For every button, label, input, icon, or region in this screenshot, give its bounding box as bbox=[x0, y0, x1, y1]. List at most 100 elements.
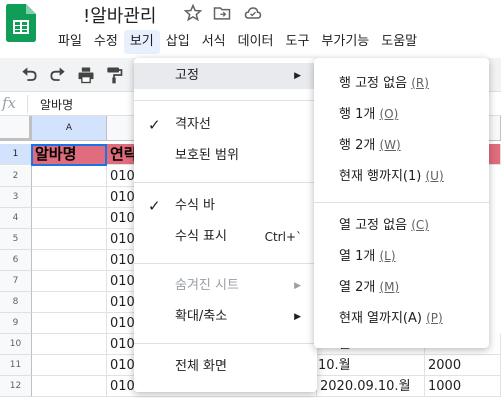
row-header[interactable]: 5 bbox=[0, 229, 32, 250]
row-header[interactable]: 6 bbox=[0, 250, 32, 271]
cell-phone[interactable]: 010 bbox=[107, 271, 137, 292]
menu-item-zoom[interactable]: 확대/축소 ▶ bbox=[134, 304, 317, 330]
document-title[interactable]: !알바관리 bbox=[83, 2, 156, 28]
submenu-item-label: 열 2개 bbox=[339, 280, 376, 295]
access-key: (M) bbox=[379, 280, 400, 294]
menu-item-label: 확대/축소 bbox=[175, 309, 228, 324]
sheets-logo-icon[interactable] bbox=[6, 4, 36, 42]
row-header[interactable]: 11 bbox=[0, 355, 32, 376]
menu-item-label: 격자선 bbox=[175, 117, 211, 132]
cell-amount[interactable]: 2000 bbox=[425, 355, 501, 376]
redo-icon[interactable] bbox=[48, 65, 68, 85]
submenu-item-label: 행 1개 bbox=[339, 107, 376, 122]
submenu-arrow-icon: ▶ bbox=[294, 312, 301, 322]
cell-phone[interactable]: 010 bbox=[107, 292, 137, 313]
menu-help[interactable]: 도움말 bbox=[375, 30, 423, 54]
submenu-item-label: 현재 열까지(A) bbox=[339, 311, 422, 326]
cell[interactable] bbox=[32, 208, 107, 229]
submenu-item-up-to-current-column[interactable]: 현재 열까지(A) (P) bbox=[314, 305, 489, 331]
menu-item-freeze[interactable]: 고정 ▶ bbox=[134, 63, 317, 89]
menu-item-hidden-sheets: 숨겨진 시트 ▶ bbox=[134, 273, 317, 299]
menu-item-label: 고정 bbox=[175, 68, 199, 83]
cell-b1[interactable]: 연락 bbox=[107, 144, 137, 165]
submenu-item-1-column[interactable]: 열 1개 (L) bbox=[314, 243, 489, 269]
submenu-item-2-columns[interactable]: 열 2개 (M) bbox=[314, 274, 489, 300]
cell[interactable] bbox=[32, 334, 107, 355]
access-key: (P) bbox=[426, 311, 443, 325]
menu-item-label: 수식 바 bbox=[175, 198, 216, 213]
cell-phone[interactable]: 010 bbox=[107, 229, 137, 250]
row-header[interactable]: 9 bbox=[0, 313, 32, 334]
menu-addons[interactable]: 부가기능 bbox=[315, 30, 375, 54]
cell[interactable] bbox=[32, 376, 107, 397]
row-header[interactable]: 12 bbox=[0, 376, 32, 397]
menu-insert[interactable]: 삽입 bbox=[160, 30, 196, 54]
row-header[interactable]: 4 bbox=[0, 208, 32, 229]
menu-item-label: 보호된 범위 bbox=[175, 148, 239, 163]
cell[interactable] bbox=[32, 271, 107, 292]
column-header-b[interactable] bbox=[107, 116, 137, 141]
cell-amount[interactable]: 1000 bbox=[425, 376, 501, 397]
cell-phone[interactable]: 010 bbox=[107, 250, 137, 271]
submenu-item-1-row[interactable]: 행 1개 (O) bbox=[314, 101, 489, 127]
cell[interactable] bbox=[32, 250, 107, 271]
row-header[interactable]: 10 bbox=[0, 334, 32, 355]
cell-phone[interactable]: 010 bbox=[107, 313, 137, 334]
cell-date[interactable]: 2020.09.10.월 bbox=[317, 376, 425, 397]
star-icon[interactable] bbox=[183, 3, 203, 23]
menu-tools[interactable]: 도구 bbox=[280, 30, 316, 54]
menu-format[interactable]: 서식 bbox=[196, 30, 232, 54]
cell-phone[interactable]: 010 bbox=[107, 355, 137, 376]
menu-item-protected-ranges[interactable]: 보호된 범위 bbox=[134, 143, 317, 169]
menu-divider bbox=[314, 202, 489, 203]
column-header-a[interactable]: A bbox=[32, 116, 107, 141]
row-header[interactable]: 3 bbox=[0, 187, 32, 208]
selected-cell-border bbox=[31, 144, 107, 166]
fx-icon: fx bbox=[2, 94, 17, 112]
cell-phone[interactable]: 010 bbox=[107, 208, 137, 229]
cell-phone[interactable]: 010 bbox=[107, 334, 137, 355]
cell[interactable] bbox=[32, 292, 107, 313]
menu-item-show-formulas[interactable]: 수식 표시 Ctrl+` bbox=[134, 224, 317, 250]
print-icon[interactable] bbox=[76, 65, 96, 85]
checkmark-icon: ✓ bbox=[148, 116, 161, 134]
access-key: (O) bbox=[379, 107, 399, 121]
submenu-item-label: 행 고정 없음 bbox=[339, 76, 408, 91]
menu-view[interactable]: 보기 bbox=[123, 30, 160, 54]
menu-file[interactable]: 파일 bbox=[52, 30, 88, 54]
cell-date[interactable]: 10.월 bbox=[315, 355, 425, 376]
formula-input[interactable]: 알바명 bbox=[40, 96, 73, 113]
menu-item-formula-bar[interactable]: ✓ 수식 바 bbox=[134, 193, 317, 219]
row-header[interactable]: 7 bbox=[0, 271, 32, 292]
shortcut-hint: Ctrl+` bbox=[264, 230, 302, 244]
row-header[interactable]: 1 bbox=[0, 144, 32, 165]
cell[interactable] bbox=[32, 187, 107, 208]
submenu-item-label: 행 2개 bbox=[339, 138, 376, 153]
undo-icon[interactable] bbox=[19, 65, 39, 85]
menu-item-full-screen[interactable]: 전체 화면 bbox=[134, 354, 317, 380]
submenu-item-no-columns[interactable]: 열 고정 없음 (C) bbox=[314, 212, 489, 238]
cell[interactable] bbox=[32, 166, 107, 187]
move-to-folder-icon[interactable] bbox=[212, 3, 232, 23]
cell[interactable] bbox=[32, 355, 107, 376]
cell[interactable] bbox=[32, 313, 107, 334]
row-header[interactable]: 2 bbox=[0, 166, 32, 187]
select-all-corner[interactable] bbox=[0, 116, 32, 141]
cell-phone[interactable]: 010 bbox=[107, 166, 137, 187]
cloud-status-icon[interactable] bbox=[243, 3, 263, 23]
submenu-item-2-rows[interactable]: 행 2개 (W) bbox=[314, 132, 489, 158]
menu-bar: 파일 수정 보기 삽입 서식 데이터 도구 부가기능 도움말 bbox=[52, 30, 423, 54]
access-key: (R) bbox=[411, 76, 429, 90]
cell[interactable] bbox=[32, 229, 107, 250]
menu-item-gridlines[interactable]: ✓ 격자선 bbox=[134, 112, 317, 138]
paint-format-icon[interactable] bbox=[104, 65, 124, 85]
submenu-item-up-to-current-row[interactable]: 현재 행까지(1) (U) bbox=[314, 163, 489, 189]
row-header[interactable]: 8 bbox=[0, 292, 32, 313]
submenu-item-no-rows[interactable]: 행 고정 없음 (R) bbox=[314, 70, 489, 96]
menu-edit[interactable]: 수정 bbox=[88, 30, 124, 54]
menu-data[interactable]: 데이터 bbox=[232, 30, 280, 54]
menu-divider bbox=[134, 182, 317, 183]
cell-phone[interactable]: 010 bbox=[107, 187, 137, 208]
view-menu-dropdown: 고정 ▶ ✓ 격자선 보호된 범위 ✓ 수식 바 수식 표시 Ctrl+` 숨겨… bbox=[134, 58, 317, 392]
menu-item-label: 숨겨진 시트 bbox=[175, 278, 239, 293]
